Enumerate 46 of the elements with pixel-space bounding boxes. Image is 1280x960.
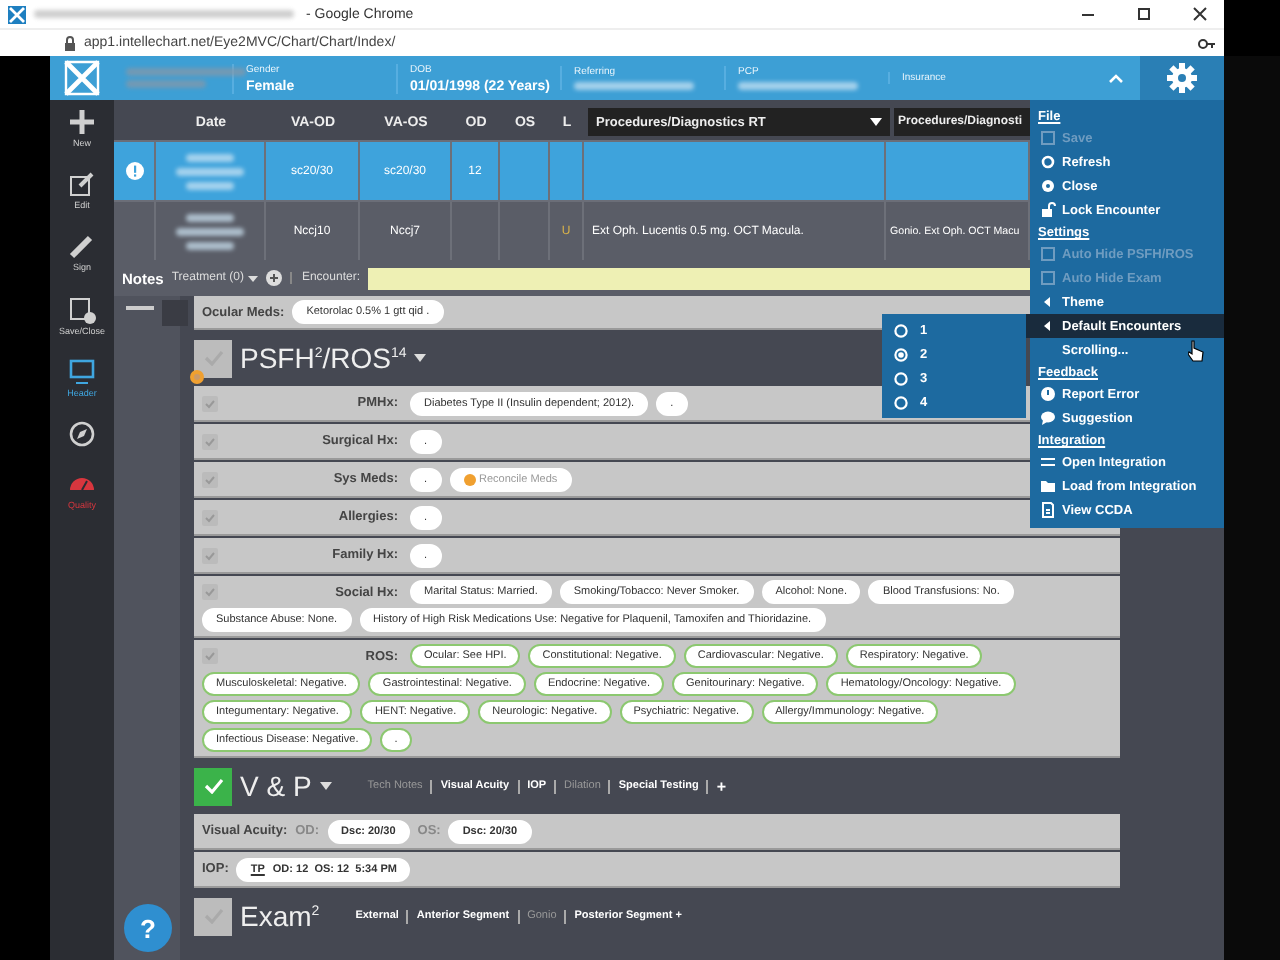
blurred-text (186, 241, 234, 249)
edit-icon (68, 170, 96, 198)
compass-icon (68, 420, 96, 448)
section-title: V & P (240, 770, 312, 802)
blurred-text (186, 153, 234, 161)
app-logo-icon (8, 5, 26, 23)
lock-icon (64, 35, 76, 51)
section-checkbox[interactable] (194, 897, 232, 935)
add-icon (265, 270, 282, 286)
save-icon (68, 296, 96, 324)
section-title: Exam$^{2}$ (240, 900, 320, 932)
save-icon (1040, 130, 1056, 146)
chevron-up-icon (1108, 72, 1124, 84)
blurred-text (186, 181, 234, 189)
info-icon (1040, 386, 1056, 402)
badge-icon (190, 369, 204, 383)
monitor-icon (68, 358, 96, 386)
maximize-icon (1136, 6, 1152, 22)
caret-icon (247, 275, 258, 281)
plus-icon (68, 108, 96, 136)
gear-icon (1166, 62, 1198, 94)
dropdown-icon (870, 118, 882, 126)
key-icon (1198, 37, 1216, 49)
blurred-text (126, 68, 246, 76)
chat-icon (1040, 410, 1056, 426)
close-circle-icon (1040, 178, 1056, 194)
caret-icon (414, 354, 427, 362)
section-checkbox[interactable] (194, 767, 232, 805)
blurred-text (176, 167, 244, 175)
close-icon (1192, 6, 1208, 22)
document-icon (1040, 502, 1056, 518)
blurred-text (176, 227, 244, 235)
folder-icon (1040, 478, 1056, 494)
add-button[interactable]: + (716, 777, 726, 795)
blurred-text (186, 213, 234, 221)
cursor-icon (1188, 340, 1204, 362)
check-icon (203, 778, 223, 794)
logo-icon (64, 60, 100, 96)
settings-button[interactable] (1140, 56, 1224, 100)
warning-dot-icon (463, 473, 476, 485)
swap-icon (1040, 454, 1056, 470)
caret-icon (319, 782, 332, 790)
handle[interactable] (126, 306, 154, 310)
section-title: PSFH$^{2}$/ROS$^{14}$ (240, 342, 407, 374)
pencil-icon (68, 232, 96, 260)
unlock-icon (1040, 202, 1056, 218)
